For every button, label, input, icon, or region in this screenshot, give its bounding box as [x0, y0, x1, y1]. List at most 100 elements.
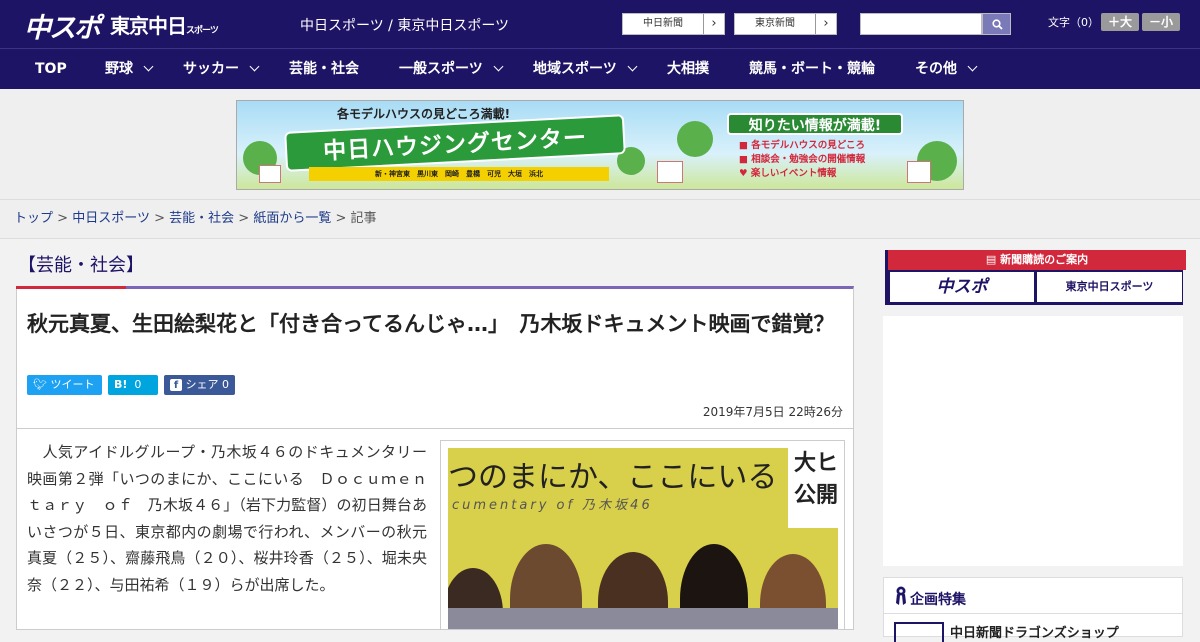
- top-header: 中スポ 東京中日スポーツ 中日スポーツ / 東京中日スポーツ 中日新聞 › 東京…: [0, 0, 1200, 48]
- housing-center-ad[interactable]: 各モデルハウスの見どころ満載! 中日ハウジングセンター 新・神宮東 黒川東 岡崎…: [236, 100, 964, 190]
- tokyo-chunichi-logo[interactable]: 東京中日スポーツ: [110, 10, 219, 39]
- nav-label: サッカー: [183, 61, 239, 77]
- subscription-title-text: 新聞購読のご案内: [1000, 253, 1089, 266]
- chevron-down-icon: [249, 61, 260, 72]
- article-header: 秋元真夏、生田絵梨花と「付き合ってるんじゃ…」 乃木坂ドキュメント映画で錯覚？ …: [16, 286, 854, 429]
- photo-right-text: 大ヒ 公開: [788, 448, 838, 528]
- main-nav: TOP 野球 サッカー 芸能・社会 一般スポーツ 地域スポーツ 大相撲 競馬・ボ…: [0, 48, 1200, 89]
- subscription-box: ▤ 新聞購読のご案内 中スポ 東京中日スポーツ: [885, 250, 1186, 305]
- ad-locations: 新・神宮東 黒川東 岡崎 豊橋 可児 大垣 浜北: [309, 167, 609, 181]
- search-input[interactable]: [860, 13, 982, 35]
- tokyo-shimbun-label: 東京新聞: [755, 18, 795, 29]
- section-title: 【芸能・社会】: [18, 255, 144, 276]
- heart-icon: ♥: [739, 168, 748, 179]
- feature-box: 企画特集 中日新聞ドラゴンズショップ: [883, 577, 1183, 642]
- chevron-down-icon: [493, 61, 504, 72]
- nav-entertainment[interactable]: 芸能・社会: [289, 49, 359, 89]
- tree-graphic: [677, 121, 713, 157]
- chevron-down-icon: [967, 61, 978, 72]
- nav-label: 一般スポーツ: [399, 61, 483, 77]
- subscribe-tokyo-chunichi-button[interactable]: 東京中日スポーツ: [1037, 272, 1182, 302]
- subscription-title: ▤ 新聞購読のご案内: [888, 250, 1186, 270]
- nav-label: 大相撲: [667, 61, 709, 77]
- chuspo-logo[interactable]: 中スポ: [24, 6, 101, 45]
- house-graphic: [657, 161, 683, 183]
- chevron-down-icon: [627, 61, 638, 72]
- hatena-count: 0: [134, 378, 142, 391]
- photo-subtitle-text: cumentary of 乃木坂46: [452, 498, 653, 513]
- nav-label: 野球: [105, 61, 133, 77]
- font-larger-button[interactable]: ＋大: [1101, 13, 1139, 31]
- breadcrumb-top[interactable]: トップ: [14, 211, 53, 226]
- ad-list-item: ■ 相談会・勉強会の開催情報: [739, 153, 865, 167]
- article-body: 人気アイドルグループ・乃木坂４６のドキュメンタリー映画第２弾「いつのまにか、ここ…: [16, 429, 854, 630]
- article-headline: 秋元真夏、生田絵梨花と「付き合ってるんじゃ…」 乃木坂ドキュメント映画で錯覚？: [27, 312, 835, 336]
- nav-sumo[interactable]: 大相撲: [667, 49, 709, 89]
- facebook-label: シェア: [185, 378, 219, 391]
- nav-label: 芸能・社会: [289, 61, 359, 77]
- nav-baseball[interactable]: 野球: [105, 49, 154, 89]
- breadcrumb: トップ > 中日スポーツ > 芸能・社会 > 紙面から一覧 > 記事: [0, 200, 1200, 239]
- nav-top[interactable]: TOP: [35, 49, 67, 89]
- ad-list-item: ■ 各モデルハウスの見どころ: [739, 139, 865, 153]
- search-icon: [992, 19, 1003, 30]
- tweet-button[interactable]: 🐦︎ ツイート: [27, 375, 102, 395]
- ad-top-text: 各モデルハウスの見どころ満載!: [337, 107, 511, 121]
- costume-graphic: [448, 608, 838, 629]
- feature-item-dragons-shop[interactable]: 中日新聞ドラゴンズショップ: [950, 622, 1119, 641]
- hatena-bookmark-button[interactable]: B! 0: [108, 375, 158, 395]
- house-icon: ■: [739, 140, 748, 151]
- newspaper-icon: ▤: [985, 253, 997, 266]
- ad-right-title: 知りたい情報が満載!: [727, 113, 903, 135]
- breadcrumb-chunichi-sports[interactable]: 中日スポーツ: [72, 211, 150, 226]
- article-photo[interactable]: つのまにか、ここにいる cumentary of 乃木坂46 大ヒ 公開: [440, 440, 845, 629]
- section-accent-line: [16, 286, 126, 289]
- breadcrumb-current: 記事: [350, 211, 377, 226]
- ad-right-list: ■ 各モデルハウスの見どころ ■ 相談会・勉強会の開催情報 ♥ 楽しいイベント情…: [739, 139, 865, 181]
- nav-label: 競馬・ボート・競輪: [749, 61, 875, 77]
- ribbon-icon: [896, 586, 906, 605]
- house-graphic: [259, 165, 281, 183]
- photo-title-text: つのまにか、ここにいる: [448, 460, 778, 495]
- nav-general-sports[interactable]: 一般スポーツ: [399, 49, 504, 89]
- font-size-label: 文字（0）: [1048, 16, 1099, 29]
- facebook-share-button[interactable]: f シェア 0: [164, 375, 235, 395]
- nav-soccer[interactable]: サッカー: [183, 49, 260, 89]
- breadcrumb-separator: >: [335, 211, 347, 226]
- site-title: 中日スポーツ / 東京中日スポーツ: [300, 18, 510, 34]
- feature-divider: [884, 613, 1182, 614]
- ad-list-text: 相談会・勉強会の開催情報: [751, 154, 866, 165]
- ad-list-item: ♥ 楽しいイベント情報: [739, 167, 865, 181]
- tokyo-logo-small: スポーツ: [186, 26, 219, 36]
- ad-main-text: 中日ハウジングセンター: [284, 114, 626, 172]
- feature-title: 企画特集: [910, 592, 966, 608]
- sidebar-ad-slot: [883, 316, 1183, 566]
- chevron-right-icon: ›: [815, 14, 836, 34]
- feature-thumbnail[interactable]: [894, 622, 944, 642]
- facebook-count: 0: [222, 378, 229, 391]
- ad-list-text: 楽しいイベント情報: [750, 168, 837, 179]
- ad-list-text: 各モデルハウスの見どころ: [751, 140, 866, 151]
- nav-other[interactable]: その他: [915, 49, 978, 89]
- facebook-icon: f: [170, 379, 182, 391]
- font-smaller-button[interactable]: －小: [1142, 13, 1180, 31]
- nav-label: 地域スポーツ: [533, 61, 617, 77]
- chunichi-shimbun-label: 中日新聞: [643, 18, 683, 29]
- breadcrumb-separator: >: [238, 211, 250, 226]
- subscribe-chuspo-button[interactable]: 中スポ: [890, 272, 1034, 302]
- breadcrumb-paper-list[interactable]: 紙面から一覧: [253, 211, 331, 226]
- nav-label: その他: [915, 61, 957, 77]
- chunichi-shimbun-button[interactable]: 中日新聞 ›: [622, 13, 725, 35]
- nav-local-sports[interactable]: 地域スポーツ: [533, 49, 638, 89]
- tokyo-shimbun-button[interactable]: 東京新聞 ›: [734, 13, 837, 35]
- nav-label: TOP: [35, 61, 67, 77]
- nav-racing[interactable]: 競馬・ボート・競輪: [749, 49, 875, 89]
- tokyo-logo-text: 東京中日: [110, 14, 187, 38]
- search-button[interactable]: [982, 13, 1011, 35]
- twitter-icon: 🐦︎: [33, 378, 47, 391]
- chevron-right-icon: ›: [703, 14, 724, 34]
- hatena-icon: B!: [114, 378, 128, 391]
- house-graphic: [907, 161, 931, 183]
- article-text: 人気アイドルグループ・乃木坂４６のドキュメンタリー映画第２弾「いつのまにか、ここ…: [27, 443, 427, 594]
- breadcrumb-entertainment[interactable]: 芸能・社会: [169, 211, 234, 226]
